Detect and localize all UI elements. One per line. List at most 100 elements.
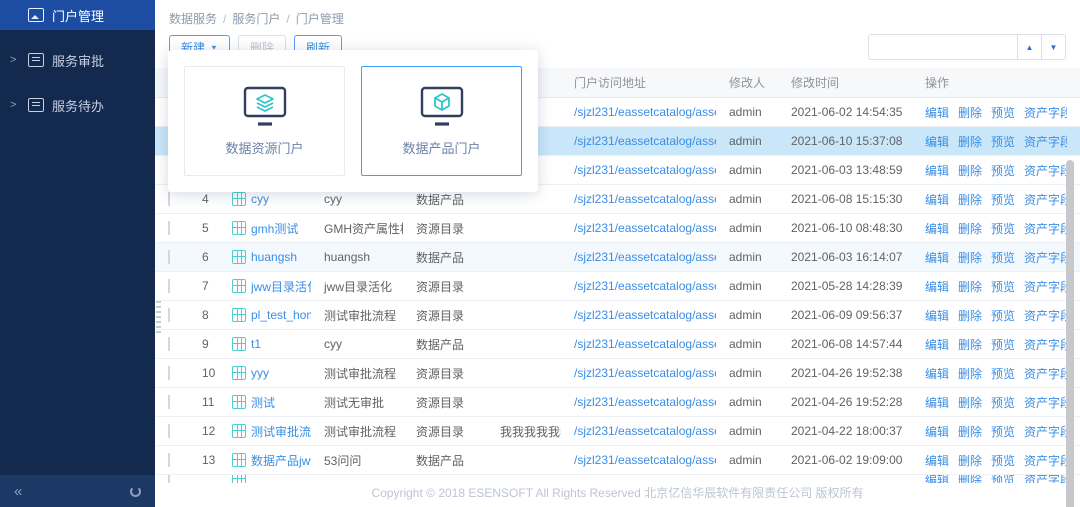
portal-url-link[interactable]: /sjzl231/eassetcatalog/asset...	[574, 192, 716, 206]
action-edit-link[interactable]: 编辑	[925, 475, 949, 483]
portal-name-link[interactable]: cyy	[251, 192, 269, 206]
action-delete-link[interactable]: 删除	[958, 365, 982, 382]
action-preview-link[interactable]: 预览	[991, 278, 1015, 295]
action-preview-link[interactable]: 预览	[991, 452, 1015, 469]
row-checkbox[interactable]	[168, 192, 170, 206]
portal-url-link[interactable]: /sjzl231/eassetcatalog/asset...	[574, 279, 716, 293]
portal-name-link[interactable]: 测试审批流程	[251, 423, 311, 440]
row-checkbox[interactable]	[168, 395, 170, 409]
row-checkbox[interactable]	[168, 221, 170, 235]
search-down-button[interactable]: ▼	[1042, 34, 1066, 60]
portal-name-link[interactable]: pl_test_home	[251, 308, 311, 322]
action-edit-link[interactable]: 编辑	[925, 365, 949, 382]
action-edit-link[interactable]: 编辑	[925, 394, 949, 411]
action-preview-link[interactable]: 预览	[991, 162, 1015, 179]
option-data-product-portal[interactable]: 数据产品门户	[361, 66, 522, 176]
action-delete-link[interactable]: 删除	[958, 249, 982, 266]
row-checkbox[interactable]	[168, 424, 170, 438]
action-edit-link[interactable]: 编辑	[925, 336, 949, 353]
action-delete-link[interactable]: 删除	[958, 452, 982, 469]
action-delete-link[interactable]: 删除	[958, 162, 982, 179]
action-asset-fields-link[interactable]: 资产字段	[1024, 278, 1067, 295]
action-edit-link[interactable]: 编辑	[925, 423, 949, 440]
breadcrumb-item[interactable]: 数据服务	[169, 12, 217, 26]
action-edit-link[interactable]: 编辑	[925, 220, 949, 237]
portal-url-link[interactable]: /sjzl231/eassetcatalog/asset...	[574, 221, 716, 235]
row-checkbox[interactable]	[168, 366, 170, 380]
table-row[interactable]: 7 jww目录活化 jww目录活化 资源目录 /sjzl231/eassetca…	[155, 272, 1080, 301]
portal-url-link[interactable]: /sjzl231/eassetcatalog/asset...	[574, 453, 716, 467]
row-checkbox[interactable]	[168, 337, 170, 351]
action-edit-link[interactable]: 编辑	[925, 278, 949, 295]
portal-url-link[interactable]: /sjzl231/eassetcatalog/asset...	[574, 366, 716, 380]
action-asset-fields-link[interactable]: 资产字段	[1024, 220, 1067, 237]
sidebar-item-portal-management[interactable]: 门户管理	[0, 0, 155, 30]
action-asset-fields-link[interactable]: 资产字段	[1024, 104, 1067, 121]
portal-name-link[interactable]: 数据产品jww	[251, 452, 311, 469]
action-preview-link[interactable]: 预览	[991, 104, 1015, 121]
action-asset-fields-link[interactable]: 资产字段	[1024, 452, 1067, 469]
action-delete-link[interactable]: 删除	[958, 278, 982, 295]
sidebar-item-service-approval[interactable]: > 服务审批	[0, 45, 155, 75]
action-edit-link[interactable]: 编辑	[925, 452, 949, 469]
action-edit-link[interactable]: 编辑	[925, 191, 949, 208]
action-asset-fields-link[interactable]: 资产字段	[1024, 475, 1067, 483]
portal-name-link[interactable]: gmh测试	[251, 220, 298, 237]
row-checkbox[interactable]	[168, 308, 170, 322]
row-checkbox[interactable]	[168, 453, 170, 467]
action-delete-link[interactable]: 删除	[958, 394, 982, 411]
action-delete-link[interactable]: 删除	[958, 133, 982, 150]
action-delete-link[interactable]: 删除	[958, 336, 982, 353]
action-preview-link[interactable]: 预览	[991, 475, 1015, 483]
table-row[interactable]: 编辑 删除 预览 资产字段	[155, 475, 1080, 483]
portal-name-link[interactable]: huangsh	[251, 250, 297, 264]
table-row[interactable]: 8 pl_test_home 测试审批流程 资源目录 /sjzl231/eass…	[155, 301, 1080, 330]
portal-url-link[interactable]: /sjzl231/eassetcatalog/asset...	[574, 105, 716, 119]
portal-name-link[interactable]: jww目录活化	[251, 278, 311, 295]
table-row[interactable]: 9 t1 cyy 数据产品 /sjzl231/eassetcatalog/ass…	[155, 330, 1080, 359]
table-row[interactable]: 6 huangsh huangsh 数据产品 /sjzl231/eassetca…	[155, 243, 1080, 272]
action-asset-fields-link[interactable]: 资产字段	[1024, 365, 1067, 382]
portal-url-link[interactable]: /sjzl231/eassetcatalog/asset...	[574, 424, 716, 438]
option-data-resource-portal[interactable]: 数据资源门户	[184, 66, 345, 176]
portal-url-link[interactable]: /sjzl231/eassetcatalog/asset...	[574, 308, 716, 322]
portal-url-link[interactable]: /sjzl231/eassetcatalog/asset...	[574, 134, 716, 148]
search-up-button[interactable]: ▲	[1018, 34, 1042, 60]
action-delete-link[interactable]: 删除	[958, 191, 982, 208]
action-asset-fields-link[interactable]: 资产字段	[1024, 336, 1067, 353]
action-preview-link[interactable]: 预览	[991, 220, 1015, 237]
portal-url-link[interactable]: /sjzl231/eassetcatalog/asset...	[574, 163, 716, 177]
action-preview-link[interactable]: 预览	[991, 307, 1015, 324]
action-asset-fields-link[interactable]: 资产字段	[1024, 249, 1067, 266]
sidebar-item-service-todo[interactable]: > 服务待办	[0, 90, 155, 120]
portal-url-link[interactable]: /sjzl231/eassetcatalog/asset...	[574, 250, 716, 264]
action-preview-link[interactable]: 预览	[991, 365, 1015, 382]
action-preview-link[interactable]: 预览	[991, 249, 1015, 266]
collapse-sidebar-icon[interactable]: «	[14, 483, 22, 500]
portal-url-link[interactable]: /sjzl231/eassetcatalog/asset...	[574, 337, 716, 351]
table-row[interactable]: 10 yyy 测试审批流程 资源目录 /sjzl231/eassetcatalo…	[155, 359, 1080, 388]
action-asset-fields-link[interactable]: 资产字段	[1024, 394, 1067, 411]
action-edit-link[interactable]: 编辑	[925, 162, 949, 179]
table-row[interactable]: 11 测试 测试无审批 资源目录 /sjzl231/eassetcatalog/…	[155, 388, 1080, 417]
breadcrumb-item[interactable]: 服务门户	[232, 12, 280, 26]
action-delete-link[interactable]: 删除	[958, 104, 982, 121]
action-preview-link[interactable]: 预览	[991, 336, 1015, 353]
refresh-icon[interactable]	[130, 485, 141, 497]
action-edit-link[interactable]: 编辑	[925, 249, 949, 266]
portal-url-link[interactable]: /sjzl231/eassetcatalog/asset...	[574, 395, 716, 409]
action-asset-fields-link[interactable]: 资产字段	[1024, 162, 1067, 179]
row-checkbox[interactable]	[168, 250, 170, 264]
action-delete-link[interactable]: 删除	[958, 220, 982, 237]
portal-name-link[interactable]: 测试	[251, 394, 275, 411]
portal-name-link[interactable]: yyy	[251, 366, 269, 380]
table-row[interactable]: 12 测试审批流程 测试审批流程 资源目录 我我我我我我我... /sjzl23…	[155, 417, 1080, 446]
row-checkbox[interactable]	[168, 279, 170, 293]
action-preview-link[interactable]: 预览	[991, 133, 1015, 150]
portal-name-link[interactable]: t1	[251, 337, 261, 351]
action-preview-link[interactable]: 预览	[991, 394, 1015, 411]
action-asset-fields-link[interactable]: 资产字段	[1024, 423, 1067, 440]
search-input[interactable]	[868, 34, 1018, 60]
vertical-scrollbar-thumb[interactable]	[1066, 160, 1074, 507]
action-asset-fields-link[interactable]: 资产字段	[1024, 133, 1067, 150]
